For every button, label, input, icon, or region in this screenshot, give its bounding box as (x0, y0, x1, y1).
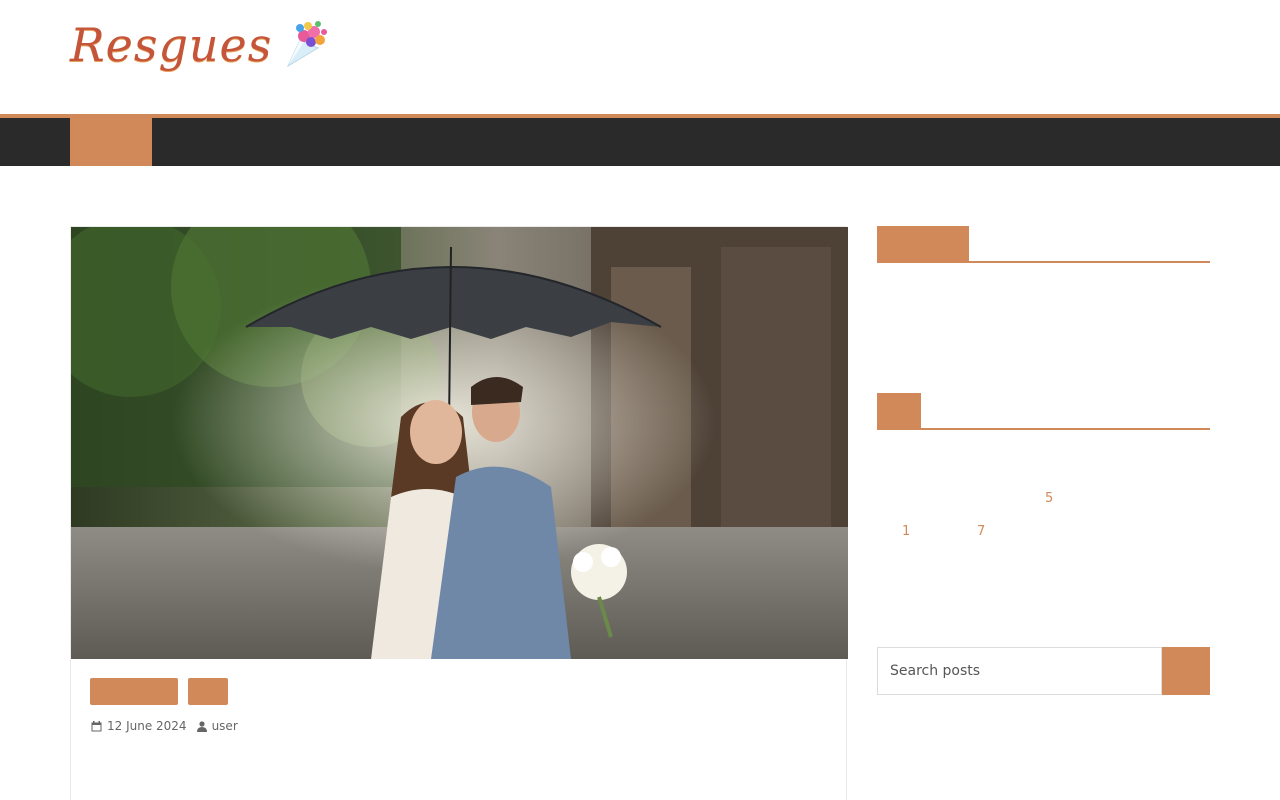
post-author[interactable]: user (196, 719, 238, 733)
calendar-widget-title (877, 393, 1210, 430)
post-meta: 12 June 2024 user (91, 719, 248, 733)
calendar-day-link[interactable]: 1 (902, 524, 910, 539)
post-categories (90, 678, 228, 705)
logo-text: Resgues (70, 18, 273, 72)
calendar-day-link[interactable]: 7 (977, 524, 985, 539)
featured-image[interactable] (71, 227, 848, 659)
widget-title (877, 226, 1210, 263)
widget-title-box (877, 393, 921, 428)
post-card: 12 June 2024 user (70, 226, 848, 800)
calendar-day-link[interactable]: 5 (1045, 491, 1053, 506)
flower-bouquet-icon (287, 21, 328, 68)
search-form (877, 647, 1210, 695)
search-input[interactable] (877, 647, 1162, 695)
post-author-text: user (211, 719, 238, 733)
search-button[interactable] (1162, 647, 1210, 695)
post-date[interactable]: 12 June 2024 (91, 719, 187, 733)
category-tag[interactable] (90, 678, 178, 705)
nav-item-home[interactable] (70, 118, 152, 166)
main-navigation (0, 114, 1280, 166)
site-header: Resgues (0, 0, 1280, 114)
category-tag[interactable] (188, 678, 228, 705)
user-icon (196, 720, 207, 732)
calendar-icon (91, 720, 102, 731)
post-date-text: 12 June 2024 (107, 719, 187, 733)
site-logo[interactable]: Resgues (70, 18, 332, 72)
widget-title-box (877, 226, 969, 261)
